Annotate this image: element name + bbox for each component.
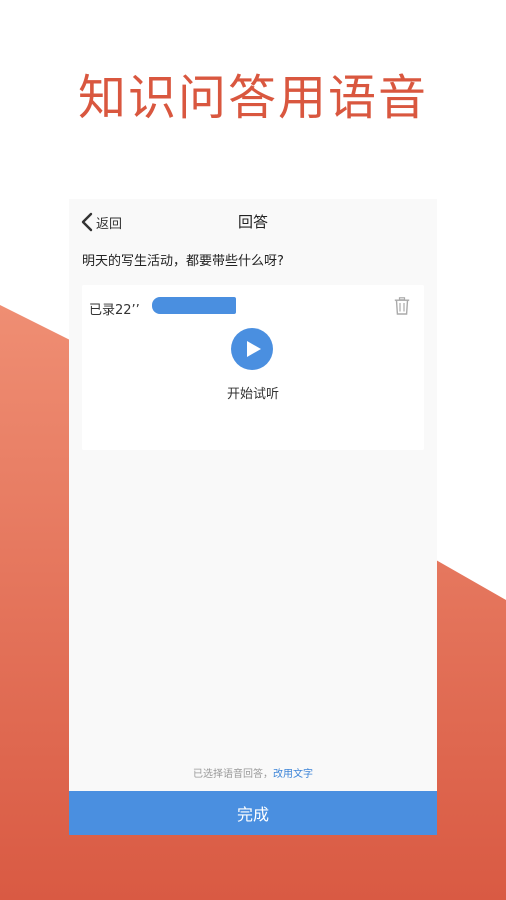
answer-mode-note: 已选择语音回答，改用文字 <box>69 765 437 780</box>
play-button[interactable] <box>231 328 273 370</box>
voice-answer-card: 已录22’’ 开始试听 <box>82 285 424 450</box>
page-title: 回答 <box>237 213 268 231</box>
question-text: 明天的写生活动，都要带些什么呀? <box>82 254 284 269</box>
play-icon <box>246 341 261 357</box>
answer-mode-text: 已选择语音回答， <box>193 769 273 780</box>
done-button[interactable]: 完成 <box>69 791 437 835</box>
switch-to-text-link[interactable]: 改用文字 <box>273 769 313 780</box>
phone-screen: 返回 回答 明天的写生活动，都要带些什么呀? 已录22’’ 开始试听 已选择语音… <box>69 199 437 835</box>
trash-icon[interactable] <box>394 297 410 315</box>
preview-label: 开始试听 <box>226 387 279 402</box>
voice-bubble[interactable] <box>152 297 236 314</box>
headline: 知识问答用语音 <box>77 70 428 126</box>
nav-bar: 返回 回答 <box>69 199 437 243</box>
recorded-duration: 已录22’’ <box>89 303 140 318</box>
